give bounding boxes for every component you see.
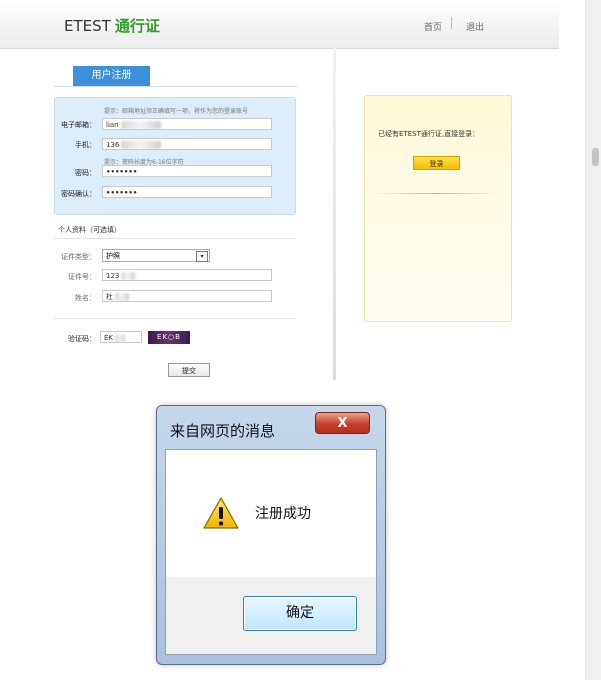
- phone-field[interactable]: 136: [102, 138, 272, 150]
- column-divider: [333, 48, 336, 380]
- name-field[interactable]: 杜: [102, 290, 272, 302]
- name-value: 杜: [106, 293, 113, 301]
- dialog-title: 来自网页的消息: [170, 422, 276, 440]
- phone-value: 136: [106, 141, 120, 149]
- dialog-message: 注册成功: [255, 506, 311, 522]
- nav-home-link[interactable]: 首页: [424, 20, 442, 33]
- captcha-value: EK: [104, 334, 114, 342]
- email-field[interactable]: lian: [102, 118, 272, 130]
- registration-page: ETEST 通行证 首页 退出 用户注册 提示：邮箱地址须正确填写一项，将作为您的…: [0, 0, 559, 392]
- warning-icon: [203, 497, 239, 529]
- id-number-value: 123: [106, 272, 120, 280]
- phone-label: 手机：: [75, 141, 96, 149]
- page-scrollbar[interactable]: [585, 0, 601, 680]
- redacted-blur: [121, 141, 162, 149]
- password-field[interactable]: •••••••: [102, 165, 272, 177]
- id-type-label: 证件类型：: [61, 253, 96, 261]
- id-type-select[interactable]: 护照 ▾: [102, 249, 210, 262]
- profile-section-title: 个人资料（可选填）: [58, 226, 121, 234]
- redacted-blur: [115, 293, 129, 301]
- nav-logout-link[interactable]: 退出: [466, 20, 484, 33]
- login-button[interactable]: 登录: [413, 156, 460, 170]
- password-confirm-field[interactable]: •••••••: [102, 186, 272, 198]
- redacted-blur: [115, 334, 126, 342]
- header: ETEST 通行证 首页 退出: [0, 0, 559, 49]
- profile-divider: [54, 238, 296, 239]
- redacted-blur: [120, 121, 161, 129]
- id-number-label: 证件号：: [68, 273, 96, 281]
- tab-underline: [54, 86, 297, 87]
- email-value: lian: [106, 121, 119, 129]
- logo-prefix: ETEST: [64, 17, 111, 35]
- captcha-label: 验证码：: [68, 335, 96, 343]
- captcha-divider: [54, 318, 296, 319]
- tab-register[interactable]: 用户注册: [73, 66, 150, 86]
- name-label: 姓名：: [75, 294, 96, 302]
- id-number-field[interactable]: 123: [102, 269, 272, 281]
- password-label: 密码：: [75, 169, 96, 177]
- logo-highlight: 通行证: [114, 17, 160, 35]
- nav-separator: [451, 17, 452, 29]
- captcha-image[interactable]: EK○B: [148, 331, 190, 344]
- id-type-value: 护照: [106, 252, 120, 260]
- dialog-ok-button[interactable]: 确定: [243, 596, 357, 631]
- password-confirm-label: 密码确认：: [61, 190, 96, 198]
- site-logo: ETEST 通行证: [64, 15, 160, 36]
- submit-button[interactable]: 提交: [168, 363, 210, 377]
- redacted-blur: [121, 272, 136, 280]
- scrollbar-thumb[interactable]: [592, 148, 599, 166]
- email-hint: 提示：邮箱地址须正确填写一项，将作为您的登录账号: [104, 108, 249, 115]
- chevron-down-icon[interactable]: ▾: [196, 251, 208, 262]
- dialog-close-button[interactable]: X: [315, 412, 370, 434]
- login-prompt: 已经有ETEST通行证,直接登录：: [378, 130, 480, 138]
- login-separator: [372, 193, 502, 194]
- email-label: 电子邮箱：: [61, 121, 96, 129]
- captcha-field[interactable]: EK: [100, 331, 142, 343]
